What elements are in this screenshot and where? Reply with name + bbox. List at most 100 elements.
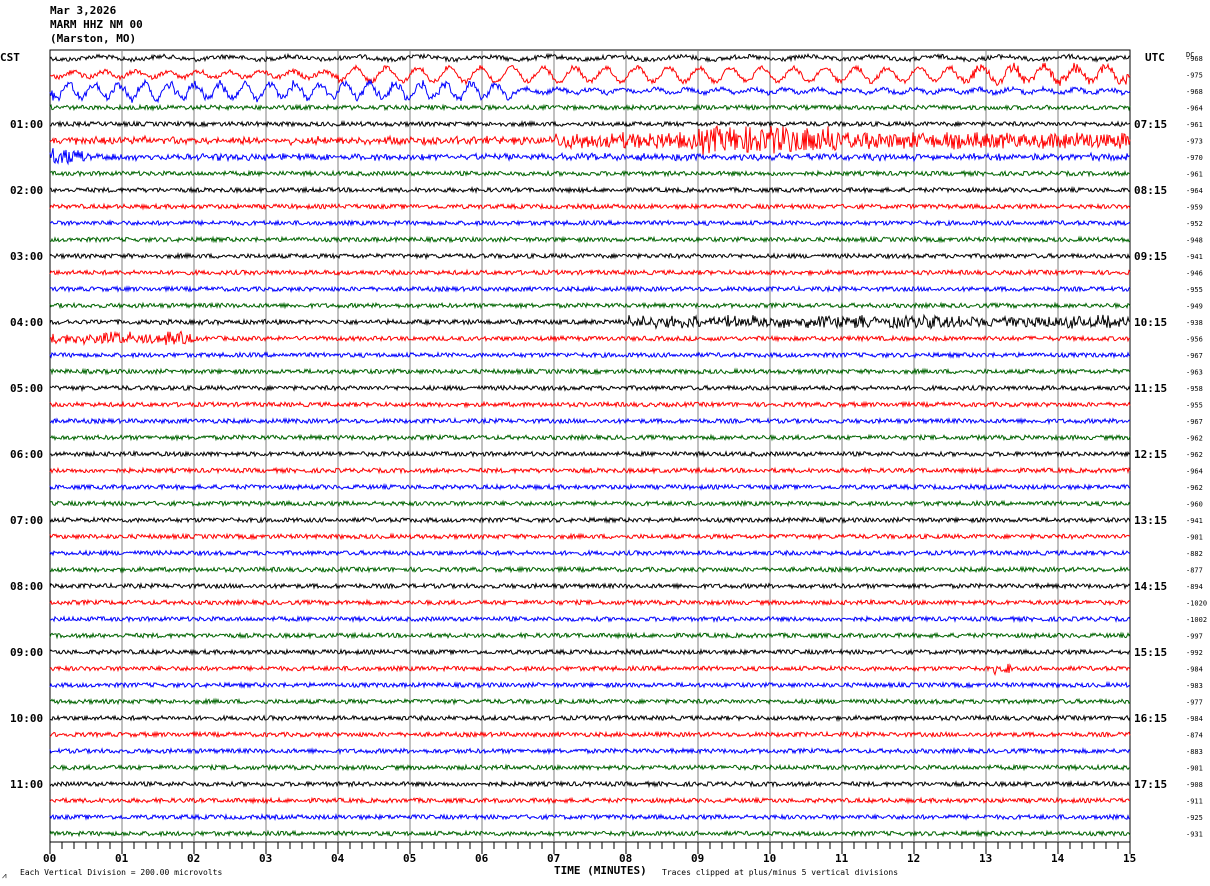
dc-offset-label: -948 [1186,237,1203,245]
dc-offset-label: -983 [1186,682,1203,690]
plot-frame [49,49,1131,843]
dc-offset-label: -970 [1186,154,1203,162]
x-tick-label: 10 [763,852,776,865]
dc-offset-label: -894 [1186,583,1203,591]
dc-offset-label: -960 [1186,501,1203,509]
x-tick-label: 13 [979,852,992,865]
utc-time-label: 08:15 [1134,184,1167,197]
trace-3 [49,103,1131,112]
cst-time-label: 07:00 [10,514,43,527]
trace-12 [49,252,1131,261]
trace-20 [49,384,1131,393]
utc-time-label: 14:15 [1134,580,1167,593]
trace-9 [49,202,1131,211]
trace-18 [49,351,1131,359]
x-tick-label: 03 [259,852,272,865]
dc-offset-label: -877 [1186,567,1203,575]
trace-46 [49,812,1130,822]
dc-offset-label: -964 [1186,187,1203,195]
x-axis-title: TIME (MINUTES) [554,864,647,877]
trace-15 [49,301,1131,310]
dc-offset-label: -973 [1186,138,1203,146]
helicorder-plot: CST UTC DC -968-975-968-964-961-973-970-… [0,49,1207,880]
dc-offset-label: -931 [1186,831,1203,839]
dc-offset-label: -882 [1186,550,1203,558]
dc-offset-label: -925 [1186,814,1203,822]
trace-28 [49,516,1131,524]
dc-offset-label: -992 [1186,649,1203,657]
trace-19 [49,367,1131,376]
cst-time-label: 02:00 [10,184,43,197]
dc-offset-label: -959 [1186,204,1203,212]
cst-time-label: 10:00 [10,712,43,725]
logo-mark: ⩘ [2,871,7,880]
trace-32 [49,582,1131,591]
x-tick-label: 12 [907,852,920,865]
trace-44 [49,780,1131,789]
dc-offset-label: -962 [1186,484,1203,492]
trace-25 [49,466,1131,475]
dc-offset-label: -975 [1186,72,1203,80]
dc-offset-label: -968 [1186,88,1203,96]
trace-39 [49,697,1131,706]
trace-6 [49,148,1131,166]
utc-time-label: 07:15 [1134,118,1167,131]
dc-offset-label: -908 [1186,781,1203,789]
dc-offset-label: -941 [1186,517,1203,525]
cst-time-label: 06:00 [10,448,43,461]
trace-34 [49,615,1131,624]
trace-43 [49,763,1131,772]
trace-29 [49,532,1131,541]
x-axis: 00 01 02 03 04 05 06 07 08 09 10 11 12 13 14 15 [43,842,1136,865]
trace-22 [49,417,1131,426]
trace-16 [49,313,1131,330]
dc-offset-label: -946 [1186,270,1203,278]
dc-offset-label: -949 [1186,303,1203,311]
cst-time-label: 08:00 [10,580,43,593]
trace-23 [49,433,1131,442]
x-tick-label: 01 [115,852,129,865]
trace-30 [49,549,1131,557]
dc-offset-label: -984 [1186,715,1203,723]
x-tick-label: 00 [43,852,56,865]
trace-38 [49,680,1131,689]
trace-41 [49,730,1131,739]
x-tick-label: 14 [1051,852,1065,865]
utc-time-label: 15:15 [1134,646,1167,659]
trace-27 [49,499,1131,508]
trace-36 [49,647,1131,657]
grid [49,49,1131,843]
cst-time-label: 04:00 [10,316,43,329]
trace-13 [49,268,1131,277]
cst-time-label: 09:00 [10,646,43,659]
cst-time-label: 03:00 [10,250,43,263]
dc-offset-label: -883 [1186,748,1203,756]
trace-45 [49,796,1131,805]
utc-time-label: 12:15 [1134,448,1167,461]
x-tick-label: 09 [691,852,704,865]
trace-17 [49,330,1131,347]
utc-time-label: 09:15 [1134,250,1167,263]
dc-offset-label: -997 [1186,633,1203,641]
dc-offset-label: -962 [1186,435,1203,443]
utc-time-label: 17:15 [1134,778,1167,791]
traces: -968 -975 -968 -964 -961 -973 -970 -961 -964 -959… [49,52,1207,839]
trace-8 [49,185,1131,195]
clip-note: Traces clipped at plus/minus 5 vertical … [662,868,898,877]
utc-time-label: 16:15 [1134,712,1167,725]
dc-offset-label: -941 [1186,253,1203,261]
dc-offset-label: -938 [1186,319,1203,327]
utc-time-label: 10:15 [1134,316,1167,329]
dc-offset-label: -964 [1186,105,1203,113]
dc-offset-label: -967 [1186,352,1203,360]
x-tick-label: 02 [187,852,200,865]
dc-offset-label: -901 [1186,534,1203,542]
dc-offset-label: -952 [1186,220,1203,228]
trace-42 [49,747,1131,756]
dc-offset-label: -956 [1186,336,1203,344]
dc-offset-label: -955 [1186,402,1203,410]
dc-offset-label: -1002 [1186,616,1207,624]
trace-47 [49,829,1131,838]
trace-21 [49,400,1131,409]
dc-offset-label: -958 [1186,385,1203,393]
